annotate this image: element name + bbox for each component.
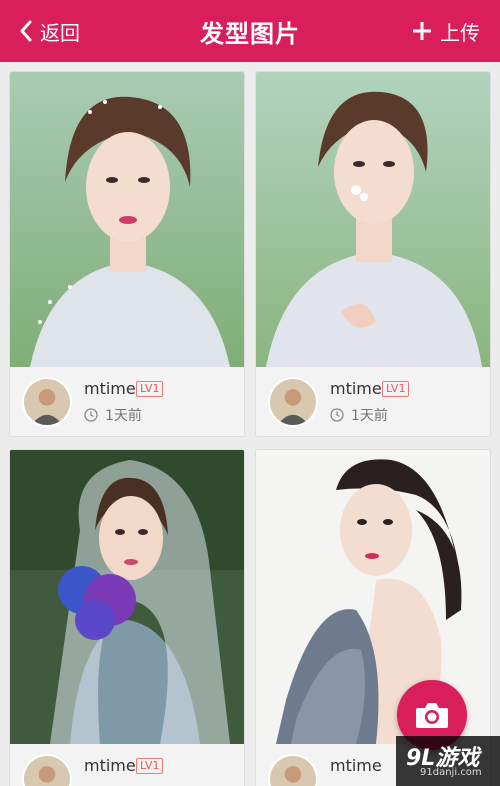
photo-card[interactable]: mtime LV1 1天前 <box>255 71 491 437</box>
avatar[interactable] <box>268 377 318 427</box>
watermark: 9L游戏 91danji.com <box>396 736 500 786</box>
avatar[interactable] <box>22 754 72 786</box>
photo-card[interactable]: mtime LV1 <box>9 449 245 786</box>
hairstyle-photo[interactable] <box>10 450 244 744</box>
card-meta: mtime LV1 1天前 <box>10 367 244 436</box>
level-badge: LV1 <box>136 381 164 397</box>
upload-label: 上传 <box>440 20 480 45</box>
avatar[interactable] <box>22 377 72 427</box>
upload-button[interactable]: 上传 <box>412 16 480 46</box>
top-bar: 返回 发型图片 上传 <box>0 0 500 62</box>
card-meta: mtime LV1 1天前 <box>256 367 490 436</box>
level-badge: LV1 <box>136 758 164 774</box>
watermark-url: 91danji.com <box>420 767 482 778</box>
hairstyle-photo[interactable] <box>256 72 490 367</box>
username[interactable]: mtime <box>84 379 136 398</box>
post-time-label: 1天前 <box>351 408 388 424</box>
post-time: 1天前 <box>330 405 388 425</box>
username[interactable]: mtime <box>330 379 382 398</box>
photo-card[interactable]: mtime LV1 1天前 <box>9 71 245 437</box>
username[interactable]: mtime <box>330 756 382 775</box>
avatar[interactable] <box>268 754 318 786</box>
card-meta: mtime LV1 <box>10 744 244 786</box>
clock-icon <box>84 408 98 422</box>
username[interactable]: mtime <box>84 756 136 775</box>
plus-icon <box>413 22 431 40</box>
level-badge: LV1 <box>382 381 410 397</box>
post-time-label: 1天前 <box>105 408 142 424</box>
hairstyle-photo[interactable] <box>10 72 244 367</box>
camera-icon <box>416 703 448 728</box>
post-time: 1天前 <box>84 405 142 425</box>
clock-icon <box>330 408 344 422</box>
